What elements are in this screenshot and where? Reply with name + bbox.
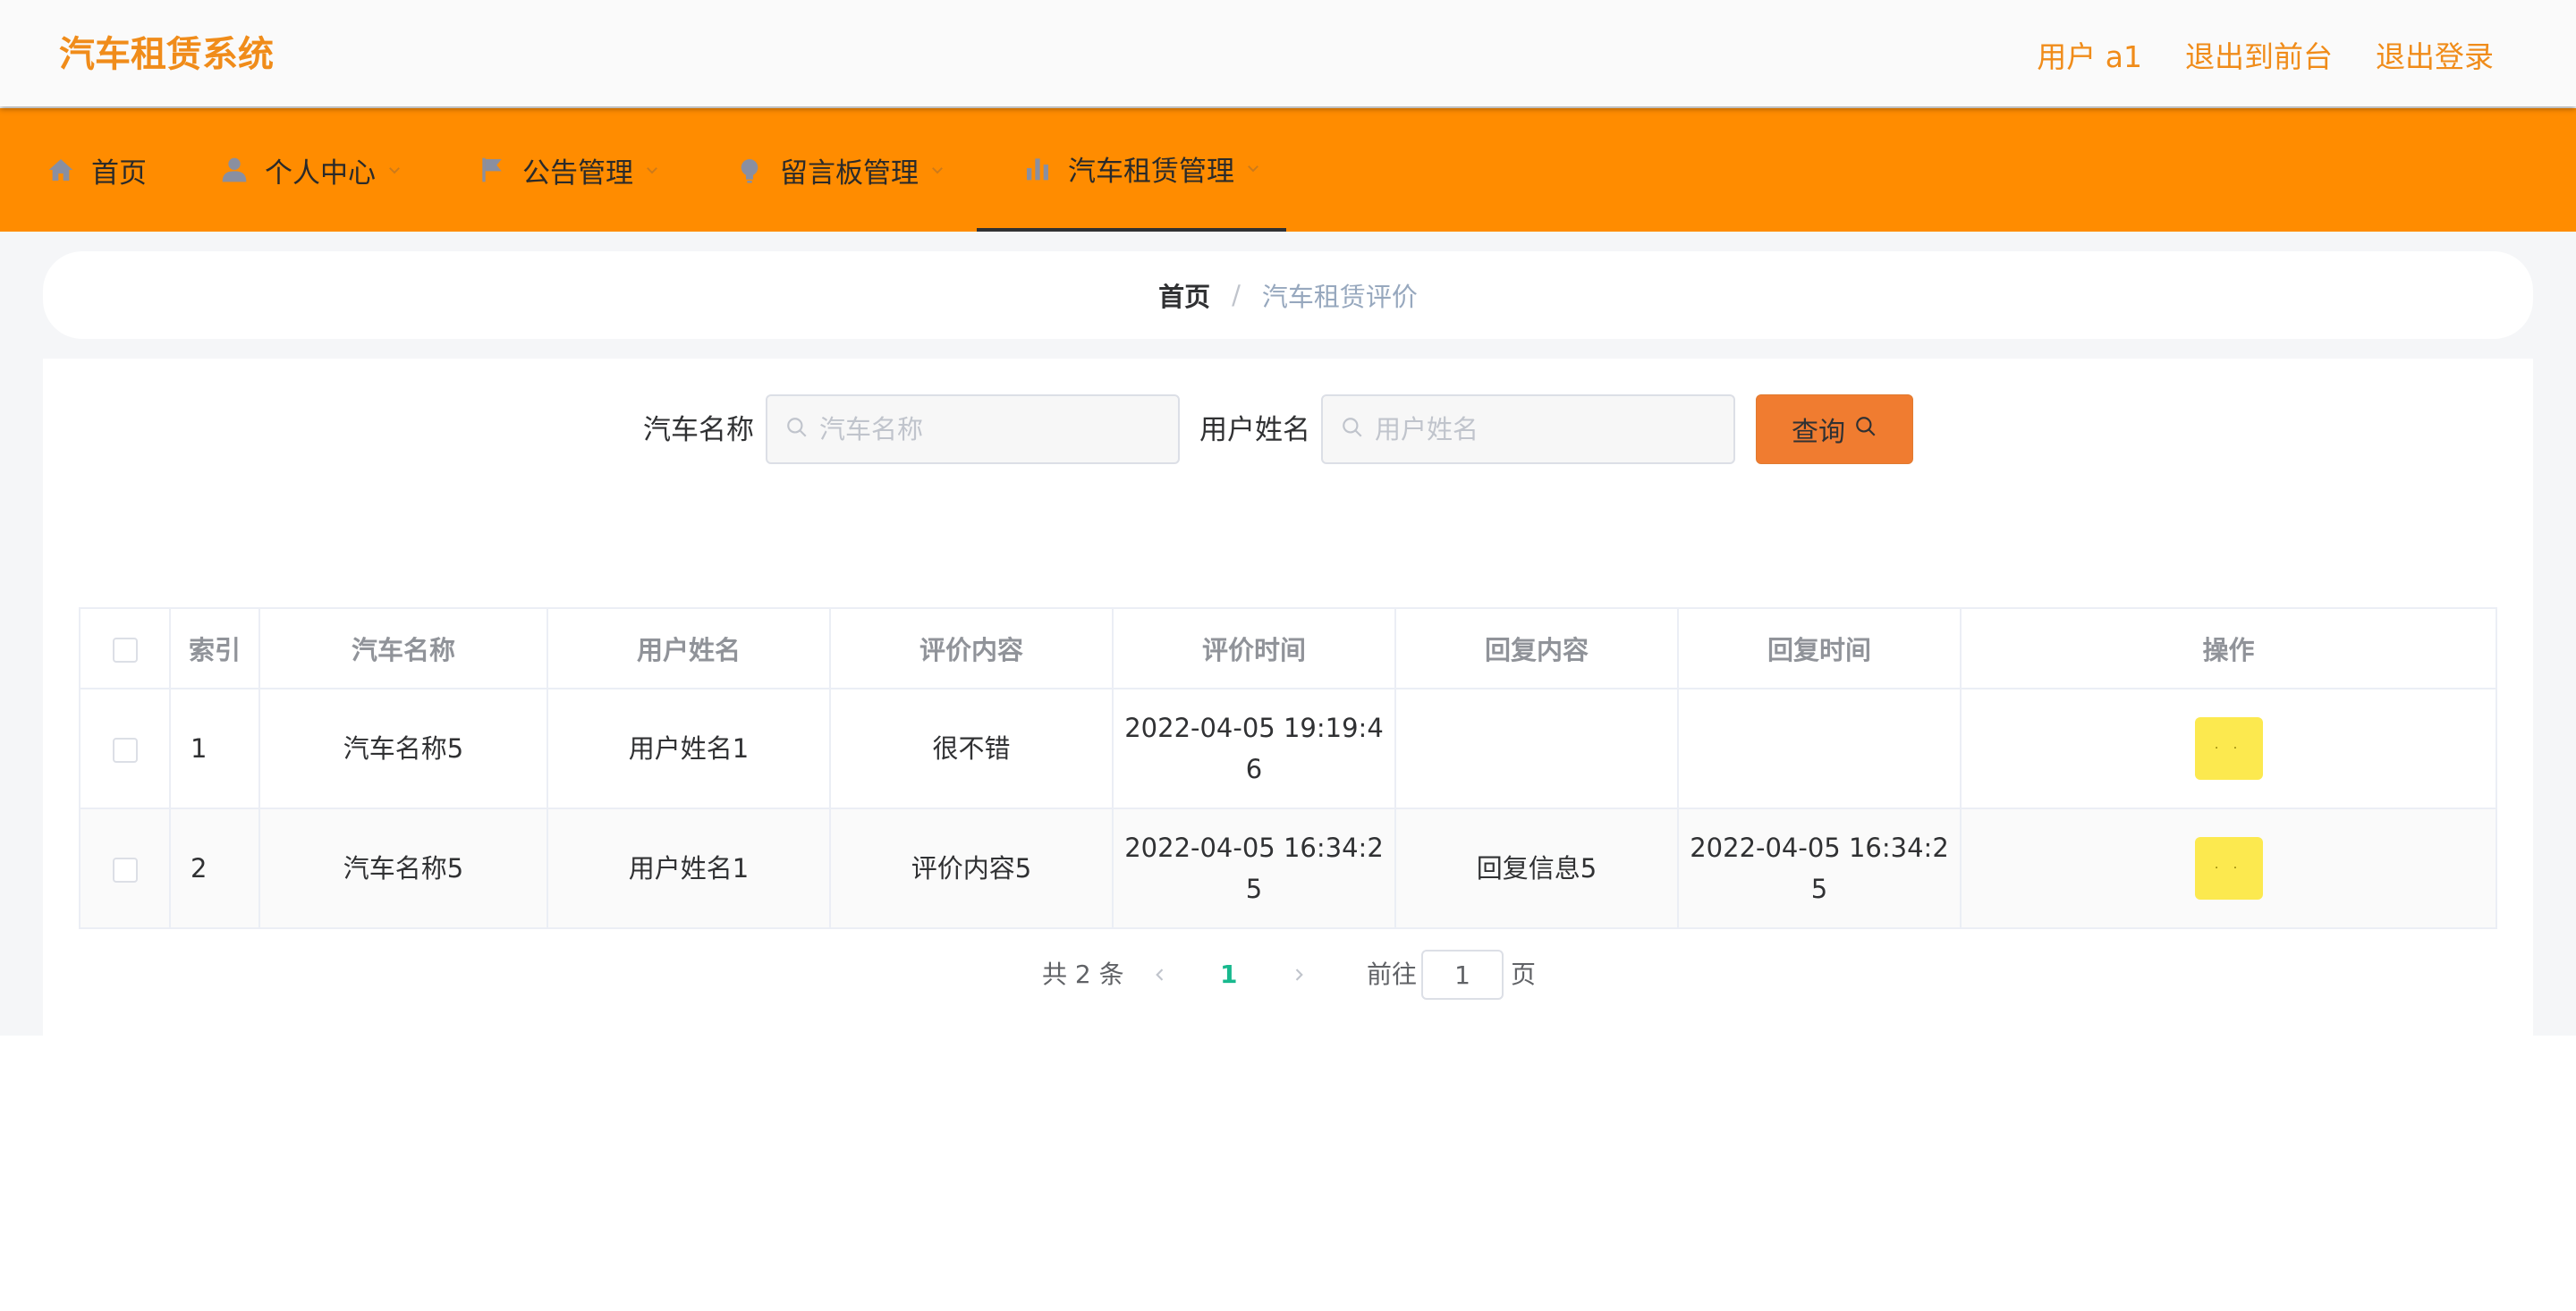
- car-name-input[interactable]: [818, 413, 1161, 445]
- pagination-total: 共 2 条: [1042, 960, 1124, 989]
- cell-actions: · ·: [1961, 808, 2496, 927]
- nav-item-announcements[interactable]: 公告管理: [474, 108, 660, 232]
- car-name-field[interactable]: [766, 394, 1180, 464]
- review-time-line2: 6: [1245, 754, 1263, 784]
- cell-reply-time: 2022-04-05 16:34:2 5: [1678, 808, 1962, 927]
- cell-user-name: 用户姓名1: [547, 689, 831, 809]
- review-time-line1: 2022-04-05 19:19:4: [1124, 713, 1384, 743]
- page-number-current[interactable]: 1: [1220, 950, 1237, 1000]
- cell-review-time: 2022-04-05 19:19:4 6: [1113, 689, 1396, 809]
- table-row: 2 汽车名称5 用户姓名1 评价内容5 2022-04-05 16:34:2 5 …: [80, 808, 2496, 927]
- select-all-cell: [80, 609, 171, 689]
- goto-label: 前往: [1367, 960, 1418, 989]
- nav-item-personal-center[interactable]: 个人中心: [216, 108, 402, 232]
- cell-review: 评价内容5: [830, 808, 1114, 927]
- cell-review: 很不错: [830, 689, 1114, 809]
- chevron-down-icon: [386, 162, 402, 178]
- home-icon: [43, 152, 79, 188]
- review-time-line2: 5: [1245, 874, 1263, 904]
- user-name-input[interactable]: [1373, 413, 1716, 445]
- chart-icon: [1020, 150, 1055, 186]
- row-action-button[interactable]: · ·: [2194, 717, 2263, 780]
- header-actions: 操作: [1961, 609, 2496, 689]
- select-all-checkbox[interactable]: [112, 638, 138, 663]
- bulb-icon: [732, 152, 767, 188]
- breadcrumb-separator: /: [1232, 280, 1241, 310]
- row-checkbox[interactable]: [112, 738, 138, 763]
- user-label[interactable]: 用户 a1: [2037, 33, 2142, 76]
- cell-reply: 回复信息5: [1395, 808, 1679, 927]
- breadcrumb-home[interactable]: 首页: [1158, 276, 1210, 314]
- reply-time-line2: 5: [1810, 874, 1828, 904]
- cell-car-name: 汽车名称5: [259, 689, 548, 809]
- exit-to-front-link[interactable]: 退出到前台: [2185, 33, 2333, 76]
- cell-review-time: 2022-04-05 16:34:2 5: [1113, 808, 1396, 927]
- main-nav: 首页 个人中心 公告管理 留言板管理 汽车租赁管理: [0, 108, 2576, 232]
- header-car-name: 汽车名称: [259, 609, 548, 689]
- cell-user-name: 用户姓名1: [547, 808, 831, 927]
- row-action-button[interactable]: · ·: [2194, 837, 2263, 900]
- breadcrumb: 首页 / 汽车租赁评价: [43, 251, 2533, 339]
- chevron-right-icon: [1295, 968, 1303, 981]
- chevron-down-icon: [929, 162, 945, 178]
- page-unit-label: 页: [1511, 960, 1537, 989]
- search-icon: [1341, 416, 1364, 443]
- header-review: 评价内容: [830, 609, 1114, 689]
- table-row: 1 汽车名称5 用户姓名1 很不错 2022-04-05 19:19:4 6 · …: [80, 689, 2496, 809]
- nav-label-message-board: 留言板管理: [780, 156, 919, 190]
- nav-label-announcements: 公告管理: [522, 156, 633, 190]
- cell-car-name: 汽车名称5: [259, 808, 548, 927]
- query-button[interactable]: 查询: [1756, 394, 1913, 464]
- cell-reply-time: [1678, 689, 1962, 809]
- app-logo: 汽车租赁系统: [59, 34, 274, 75]
- nav-item-home[interactable]: 首页: [43, 108, 147, 232]
- next-page-button[interactable]: [1281, 950, 1317, 1000]
- row-select-cell: [80, 689, 171, 809]
- prev-page-button[interactable]: [1142, 950, 1178, 1000]
- user-icon: [216, 152, 252, 188]
- header-user-name: 用户姓名: [547, 609, 831, 689]
- header-review-time: 评价时间: [1113, 609, 1396, 689]
- top-header: 汽车租赁系统 用户 a1 退出到前台 退出登录: [0, 0, 2576, 106]
- user-name-field[interactable]: [1321, 394, 1735, 464]
- breadcrumb-current: 汽车租赁评价: [1261, 282, 1418, 312]
- flag-icon: [474, 152, 510, 188]
- header-index: 索引: [170, 609, 260, 689]
- nav-item-car-rental[interactable]: 汽车租赁管理: [977, 108, 1286, 232]
- review-time-line1: 2022-04-05 16:34:2: [1124, 833, 1384, 863]
- nav-label-car-rental: 汽车租赁管理: [1068, 155, 1234, 188]
- search-icon: [1845, 414, 1877, 445]
- header-reply-time: 回复时间: [1678, 609, 1962, 689]
- cell-index: 2: [170, 808, 260, 927]
- chevron-down-icon: [1245, 160, 1261, 176]
- reply-time-line1: 2022-04-05 16:34:2: [1690, 833, 1949, 863]
- cell-actions: · ·: [1961, 689, 2496, 809]
- search-icon: [785, 416, 809, 443]
- row-select-cell: [80, 808, 171, 927]
- review-table: 索引 汽车名称 用户姓名 评价内容 评价时间 回复内容 回复时间 操作 1 汽车…: [79, 607, 2497, 929]
- nav-item-message-board[interactable]: 留言板管理: [732, 108, 945, 232]
- chevron-left-icon: [1156, 968, 1164, 981]
- nav-label-personal-center: 个人中心: [265, 156, 376, 190]
- header-links: 用户 a1 退出到前台 退出登录: [1994, 0, 2494, 109]
- car-name-label: 汽车名称: [643, 414, 754, 446]
- chevron-down-icon: [644, 162, 660, 178]
- logout-link[interactable]: 退出登录: [2376, 33, 2494, 76]
- table-header-row: 索引 汽车名称 用户姓名 评价内容 评价时间 回复内容 回复时间 操作: [80, 609, 2496, 689]
- header-reply: 回复内容: [1395, 609, 1679, 689]
- row-checkbox[interactable]: [112, 858, 138, 883]
- query-button-label: 查询: [1792, 417, 1845, 448]
- goto-page-input[interactable]: [1421, 950, 1504, 1000]
- nav-label-home: 首页: [91, 156, 147, 190]
- pagination: 共 2 条 1 前往 页: [0, 950, 2576, 1000]
- cell-index: 1: [170, 689, 260, 809]
- cell-reply: [1395, 689, 1679, 809]
- user-name-label: 用户姓名: [1199, 414, 1310, 446]
